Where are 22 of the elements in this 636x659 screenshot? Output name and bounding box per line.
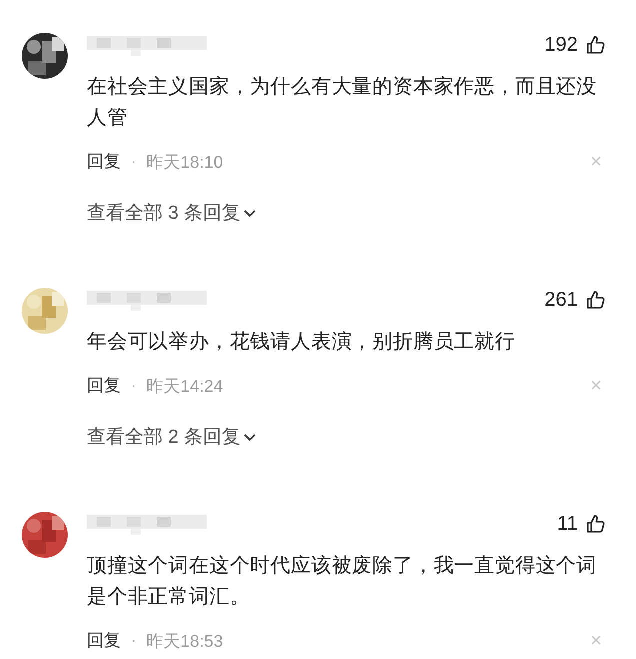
comment-time: 昨天18:53 [146, 630, 224, 652]
view-replies-link[interactable]: 查看全部 3 条回复 [87, 201, 258, 227]
separator-dot: · [131, 376, 137, 396]
separator-dot: · [131, 631, 137, 651]
comment-time: 昨天18:10 [146, 152, 224, 174]
reply-button[interactable]: 回复 [87, 150, 121, 174]
reply-button[interactable]: 回复 [87, 374, 121, 398]
separator-dot: · [131, 152, 137, 172]
comment-time: 昨天14:24 [146, 376, 224, 398]
like-count: 261 [544, 288, 578, 312]
comment-text: 顶撞这个词在这个时代应该被废除了，我一直觉得这个词是个非正常词汇。 [87, 554, 598, 610]
view-replies-link[interactable]: 查看全部 2 条回复 [87, 425, 258, 451]
thumbs-up-icon[interactable] [586, 514, 606, 534]
comment-text: 年会可以举办，花钱请人表演，别折腾员工就行 [87, 330, 516, 355]
chevron-down-icon [243, 209, 258, 219]
thumbs-up-icon[interactable] [586, 290, 606, 310]
like-count: 192 [544, 33, 578, 57]
like-count: 11 [557, 512, 578, 536]
chevron-down-icon [243, 433, 258, 443]
reply-button[interactable]: 回复 [87, 629, 121, 653]
thumbs-up-icon[interactable] [586, 35, 606, 55]
comment-text: 在社会主义国家，为什么有大量的资本家作恶，而且还没人管 [87, 75, 598, 131]
